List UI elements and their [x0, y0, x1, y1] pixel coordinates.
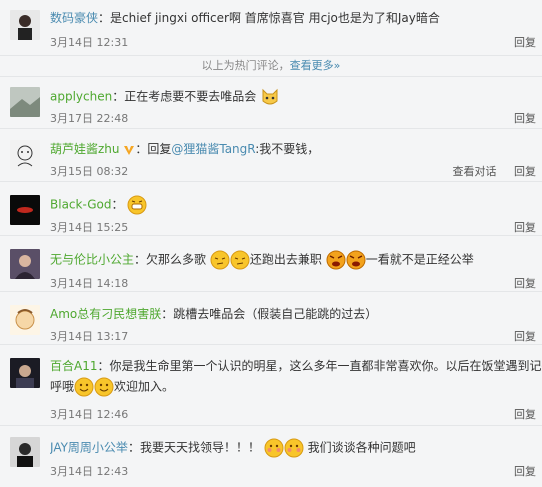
- avatar[interactable]: [10, 195, 40, 225]
- comment-feed: 数码豪侠：是chief jingxi officer啊 首席惊喜官 用cjo也是…: [0, 0, 542, 487]
- verified-v-icon: [124, 145, 135, 155]
- username-link[interactable]: JAY周周小公举: [50, 441, 128, 455]
- doubt-emoticon-icon: [230, 250, 250, 270]
- mention-link[interactable]: @狸猫酱TangR: [171, 142, 255, 156]
- username-link[interactable]: 百合A11: [50, 359, 97, 373]
- smile-emoticon-icon: [74, 377, 94, 397]
- comment-text: 我们谈谈各种问题吧: [303, 440, 416, 455]
- comment-time: 3月17日 22:48: [50, 112, 129, 125]
- comment-text: 一看就不是正经公举: [365, 252, 474, 267]
- comment-time: 3月14日 12:31: [50, 36, 129, 49]
- comment-body: 无与伦比小公主：欠那么多歌 还跑出去兼职 一看就不是正经公举: [50, 250, 542, 270]
- avatar[interactable]: [10, 358, 40, 388]
- avatar[interactable]: [10, 140, 40, 170]
- avatar[interactable]: [10, 10, 40, 40]
- avatar[interactable]: [10, 87, 40, 117]
- comment-time: 3月14日 12:43: [50, 465, 129, 478]
- view-conversation-link[interactable]: 查看对话: [453, 165, 497, 178]
- comment-actions: 回复: [500, 34, 536, 50]
- comment-item: applychen：正在考虑要不要去唯品会 3月17日 22:48 回复: [0, 77, 542, 129]
- angry-emoticon-icon: [326, 250, 346, 270]
- comment-item: Black-God： 3月14日 15:25 回复: [0, 183, 542, 236]
- comment-item: 百合A11：你是我生命里第一个认识的明星，这么多年一直都非常喜欢你。以后在饭堂遇…: [0, 346, 542, 426]
- comment-body: JAY周周小公举：我要天天找领导！！！ 我们谈谈各种问题吧: [50, 438, 542, 458]
- blush-emoticon-icon: [284, 438, 304, 458]
- reply-button[interactable]: 回复: [514, 465, 536, 478]
- comment-text: ：欠那么多歌: [134, 252, 207, 267]
- comment-body: Black-God：: [50, 195, 542, 215]
- hot-comments-label: 以上为热门评论，: [201, 59, 290, 72]
- comment-text: :我不要钱，: [255, 142, 320, 156]
- comment-text: 欢迎加入。: [114, 379, 175, 394]
- comment-time: 3月14日 15:25: [50, 221, 129, 234]
- comment-item: Amo总有刁民想害朕：跳槽去唯品会（假装自己能跳的过去） 3月14日 13:17…: [0, 293, 542, 345]
- view-more-link[interactable]: 查看更多»: [290, 59, 341, 72]
- comment-time: 3月15日 08:32: [50, 165, 129, 178]
- comment-actions: 回复: [500, 110, 536, 126]
- doubt-emoticon-icon: [210, 250, 230, 270]
- comment-time: 3月14日 14:18: [50, 277, 129, 290]
- username-link[interactable]: Black-God: [50, 198, 112, 212]
- comment-text: 还跑出去兼职: [249, 252, 322, 267]
- cat-emoticon-icon: [262, 88, 278, 105]
- comment-actions: 回复: [500, 406, 536, 422]
- comment-item: 无与伦比小公主：欠那么多歌 还跑出去兼职 一看就不是正经公举 3月14日 14:…: [0, 237, 542, 292]
- comment-time: 3月14日 13:17: [50, 330, 129, 343]
- reply-button[interactable]: 回复: [514, 112, 536, 125]
- comment-body: applychen：正在考虑要不要去唯品会: [50, 87, 542, 107]
- comment-text: ：是chief jingxi officer啊 首席惊喜官 用cjo也是为了和J…: [98, 11, 440, 25]
- comment-body: 百合A11：你是我生命里第一个认识的明星，这么多年一直都非常喜欢你。以后在饭堂遇…: [50, 357, 542, 397]
- smile-emoticon-icon: [94, 377, 114, 397]
- hot-comments-divider: 以上为热门评论，查看更多»: [0, 56, 542, 77]
- comment-item: JAY周周小公举：我要天天找领导！！！ 我们谈谈各种问题吧 3月14日 12:4…: [0, 427, 542, 487]
- comment-time: 3月14日 12:46: [50, 408, 129, 421]
- comment-text: ：正在考虑要不要去唯品会: [112, 89, 257, 104]
- comment-text: ：我要天天找领导！！！: [127, 440, 260, 455]
- comment-body: 葫芦娃酱zhu ：回复@狸猫酱TangR:我不要钱，: [50, 140, 542, 158]
- reply-button[interactable]: 回复: [514, 221, 536, 234]
- reply-button[interactable]: 回复: [514, 165, 536, 178]
- angry-emoticon-icon: [346, 250, 366, 270]
- comment-text: ：回复: [135, 142, 172, 156]
- comment-actions: 查看对话 回复: [439, 163, 537, 179]
- username-link[interactable]: applychen: [50, 90, 112, 104]
- comment-actions: 回复: [500, 463, 536, 479]
- avatar[interactable]: [10, 249, 40, 279]
- username-link[interactable]: 葫芦娃酱zhu: [50, 142, 120, 156]
- comment-actions: 回复: [500, 219, 536, 235]
- reply-button[interactable]: 回复: [514, 36, 536, 49]
- comment-item: 葫芦娃酱zhu ：回复@狸猫酱TangR:我不要钱， 3月15日 08:32 查…: [0, 130, 542, 182]
- username-link[interactable]: 无与伦比小公主: [50, 253, 134, 267]
- blush-emoticon-icon: [264, 438, 284, 458]
- comment-text: 呼哦: [50, 379, 75, 394]
- avatar[interactable]: [10, 437, 40, 467]
- reply-button[interactable]: 回复: [514, 277, 536, 290]
- comment-body: Amo总有刁民想害朕：跳槽去唯品会（假装自己能跳的过去）: [50, 305, 542, 323]
- comment-actions: 回复: [500, 275, 536, 291]
- reply-button[interactable]: 回复: [514, 408, 536, 421]
- username-link[interactable]: Amo总有刁民想害朕: [50, 307, 161, 321]
- comment-text: ：你是我生命里第一个认识的明星，这么多年一直都非常喜欢你。以后在饭堂遇到记得: [97, 359, 542, 373]
- comment-text: ：: [111, 197, 124, 212]
- grin-emoticon-icon: [127, 195, 147, 215]
- avatar[interactable]: [10, 305, 40, 335]
- username-link[interactable]: 数码豪侠: [50, 11, 98, 25]
- comment-body: 数码豪侠：是chief jingxi officer啊 首席惊喜官 用cjo也是…: [50, 9, 542, 27]
- comment-actions: 回复: [500, 328, 536, 344]
- comment-text: ：跳槽去唯品会（假装自己能跳的过去）: [161, 307, 378, 321]
- reply-button[interactable]: 回复: [514, 330, 536, 343]
- comment-item: 数码豪侠：是chief jingxi officer啊 首席惊喜官 用cjo也是…: [0, 0, 542, 56]
